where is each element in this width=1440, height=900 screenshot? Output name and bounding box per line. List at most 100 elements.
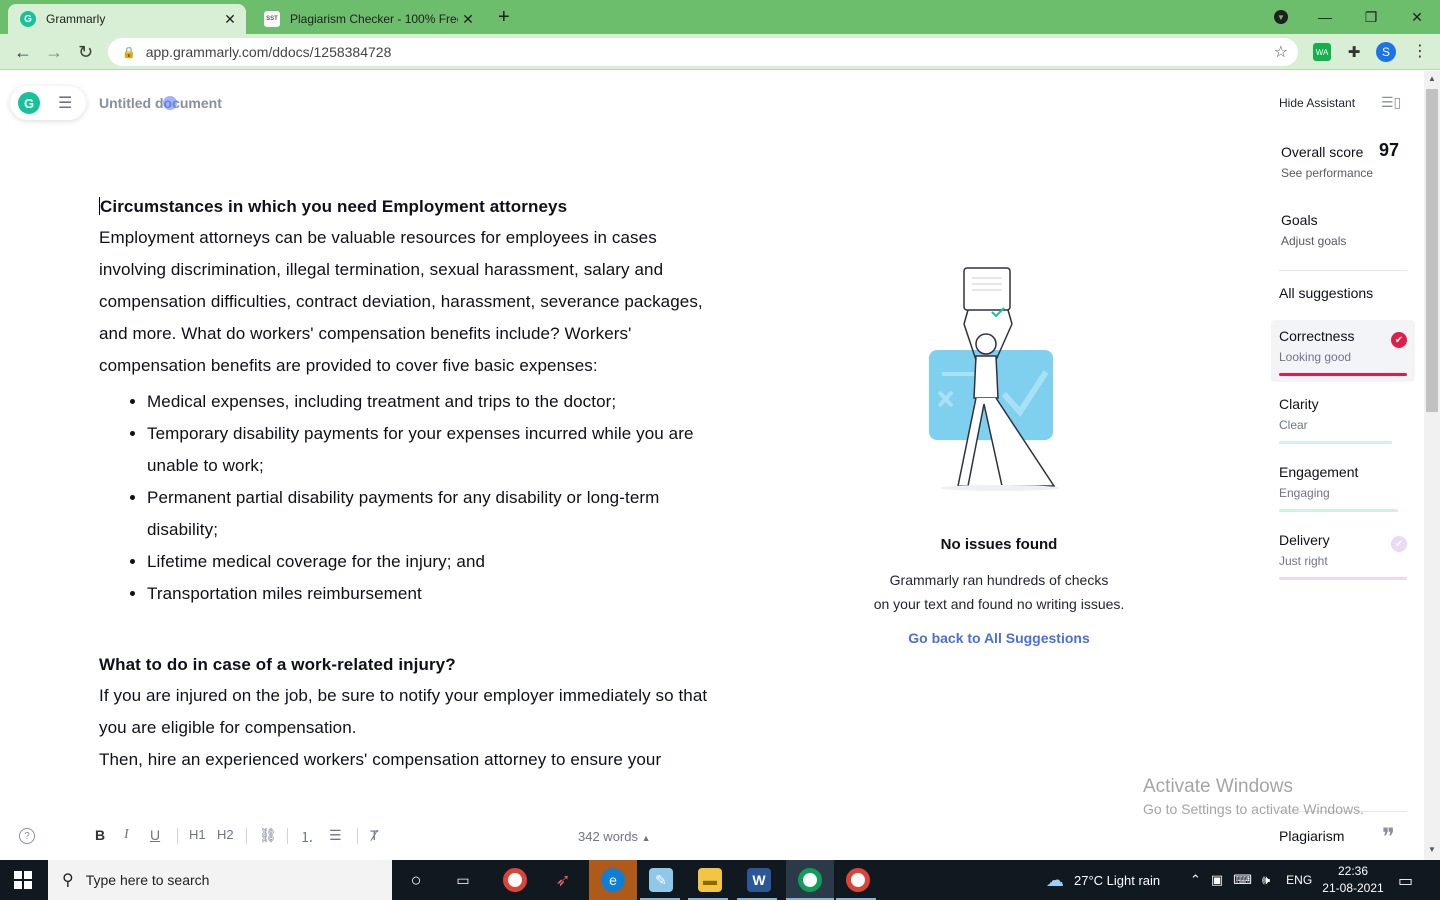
document-heading: What to do in case of a work-related inj…: [99, 655, 456, 674]
category-clarity[interactable]: Clarity Clear: [1271, 388, 1415, 450]
tab-grammarly[interactable]: G Grammarly ✕: [8, 4, 246, 34]
goals-label[interactable]: Goals: [1281, 212, 1318, 228]
paragraph: If you are injured on the job, be sure t…: [99, 686, 708, 737]
divider: [1279, 270, 1407, 271]
category-correctness[interactable]: Correctness Looking good ✔: [1271, 320, 1415, 382]
rocket-app-icon[interactable]: ➶: [551, 868, 575, 892]
file-explorer-icon[interactable]: ▬: [698, 868, 722, 892]
numbered-list-icon[interactable]: ⒈: [300, 827, 314, 847]
network-icon[interactable]: ⌨: [1233, 872, 1252, 888]
volume-icon[interactable]: 🕪: [1262, 872, 1270, 888]
category-delivery[interactable]: Delivery Just right ✔: [1271, 524, 1415, 586]
category-status: Just right: [1279, 554, 1328, 568]
cortana-icon[interactable]: ○: [404, 868, 428, 892]
whatsapp-extension-icon[interactable]: WA: [1313, 43, 1331, 61]
heading1-button[interactable]: H1: [189, 827, 206, 842]
battery-icon[interactable]: ▣: [1211, 872, 1223, 888]
page-scrollbar[interactable]: ▲ ▼: [1424, 71, 1440, 860]
restore-icon[interactable]: ❐: [1348, 9, 1394, 26]
overall-score-label[interactable]: Overall score: [1281, 144, 1363, 160]
lock-icon[interactable]: 🔒: [122, 46, 136, 59]
category-progress-bar: [1279, 577, 1407, 580]
paragraph: Employment attorneys can be valuable res…: [99, 228, 703, 375]
see-performance-link[interactable]: See performance: [1281, 166, 1373, 180]
language-indicator[interactable]: ENG: [1286, 873, 1312, 887]
word-icon[interactable]: W: [747, 868, 771, 892]
chrome-icon[interactable]: [503, 868, 527, 892]
scroll-thumb[interactable]: [1426, 89, 1438, 412]
close-window-icon[interactable]: ✕: [1394, 9, 1440, 26]
profile-avatar[interactable]: S: [1376, 42, 1396, 62]
search-placeholder: Type here to search: [85, 872, 210, 888]
chrome-profile-icon[interactable]: [798, 868, 822, 892]
tab-title: Grammarly: [46, 12, 106, 26]
address-toolbar: ← → ↻ 🔒 app.grammarly.com/ddocs/12583847…: [0, 34, 1440, 70]
search-icon: ⚲: [62, 872, 74, 889]
grammarly-logo-icon[interactable]: G: [18, 92, 40, 114]
adjust-goals-link[interactable]: Adjust goals: [1281, 234, 1346, 248]
back-icon[interactable]: ←: [14, 42, 32, 63]
category-progress-bar: [1279, 373, 1407, 376]
weather-widget[interactable]: ☁ 27°C Light rain: [1046, 860, 1160, 900]
list-item: Medical expenses, including treatment an…: [147, 386, 709, 418]
category-status: Clear: [1279, 418, 1308, 432]
heading2-button[interactable]: H2: [217, 827, 234, 842]
omnibox[interactable]: 🔒 app.grammarly.com/ddocs/1258384728 ☆: [108, 38, 1298, 66]
underline-button[interactable]: U: [150, 827, 160, 843]
bulleted-list-icon[interactable]: ☰: [329, 827, 342, 844]
toolbar-divider: [246, 828, 247, 844]
taskbar-search-box[interactable]: ⚲ Type here to search: [48, 860, 392, 900]
clock-time: 22:36: [1337, 864, 1369, 878]
close-tab-icon[interactable]: ✕: [458, 11, 478, 28]
sst-icon: SST: [264, 11, 280, 27]
plagiarism-button[interactable]: Plagiarism: [1279, 828, 1344, 844]
bullet-list: Medical expenses, including treatment an…: [147, 386, 709, 610]
browser-menu-icon[interactable]: ⋮: [1412, 41, 1428, 61]
scroll-up-icon[interactable]: ▲: [1428, 74, 1436, 83]
minimize-icon[interactable]: —: [1302, 9, 1348, 25]
chevron-down-icon[interactable]: ▼: [1274, 10, 1288, 24]
notification-icon[interactable]: ▭: [1398, 871, 1413, 891]
word-count[interactable]: 342 words ▲: [578, 829, 651, 844]
toolbar-divider: [177, 828, 178, 844]
taskbar-clock[interactable]: 22:36 21-08-2021: [1322, 863, 1384, 897]
window-controls: — ❐ ✕: [1302, 0, 1440, 34]
all-suggestions-link[interactable]: All suggestions: [1279, 285, 1373, 301]
notes-app-icon[interactable]: ✎: [649, 868, 673, 892]
document-editor[interactable]: Circumstances in which you need Employme…: [99, 192, 709, 776]
browser-tab-strip: G Grammarly ✕ SST Plagiarism Checker - 1…: [0, 0, 1440, 34]
panel-toggle-icon[interactable]: ☰▯: [1381, 94, 1401, 111]
bold-button[interactable]: B: [95, 827, 105, 843]
chevron-up-icon[interactable]: ⌃: [1190, 872, 1201, 888]
reload-icon[interactable]: ↻: [78, 42, 93, 63]
bookmark-star-icon[interactable]: ☆: [1274, 42, 1288, 62]
grammarly-icon: G: [20, 11, 36, 27]
link-icon[interactable]: ⛓: [259, 827, 277, 844]
clock-date: 21-08-2021: [1322, 881, 1384, 895]
clear-formatting-icon[interactable]: Ⱦ: [370, 827, 379, 843]
new-tab-icon[interactable]: +: [498, 6, 510, 29]
task-view-icon[interactable]: ▭: [451, 868, 475, 892]
edge-icon[interactable]: e: [601, 868, 625, 892]
document-title[interactable]: Untitled document: [99, 95, 222, 111]
overall-score-value[interactable]: 97: [1379, 140, 1399, 161]
no-issues-illustration: [929, 267, 1060, 491]
quote-icon[interactable]: ❞: [1382, 823, 1395, 851]
italic-button[interactable]: I: [124, 827, 129, 843]
scroll-down-icon[interactable]: ▼: [1428, 845, 1436, 854]
category-engagement[interactable]: Engagement Engaging: [1271, 456, 1415, 518]
chrome-icon[interactable]: [846, 868, 870, 892]
hide-assistant-button[interactable]: Hide Assistant: [1279, 96, 1355, 110]
category-name: Engagement: [1279, 464, 1359, 480]
tab-plagiarism-checker[interactable]: SST Plagiarism Checker - 100% Free ( ✕: [252, 4, 484, 34]
back-to-all-suggestions-link[interactable]: Go back to All Suggestions: [860, 630, 1138, 646]
hamburger-menu-icon[interactable]: ☰: [58, 93, 72, 113]
close-tab-icon[interactable]: ✕: [220, 11, 240, 28]
windows-start-icon[interactable]: [14, 871, 32, 889]
forward-icon[interactable]: →: [45, 42, 63, 63]
activate-windows-subtitle: Go to Settings to activate Windows.: [1143, 801, 1364, 817]
extensions-puzzle-icon[interactable]: ✚: [1345, 43, 1363, 61]
category-progress-bar: [1279, 509, 1398, 512]
url-text[interactable]: app.grammarly.com/ddocs/1258384728: [146, 44, 1274, 60]
empty-state-body: Grammarly ran hundreds of checks on your…: [840, 568, 1158, 616]
